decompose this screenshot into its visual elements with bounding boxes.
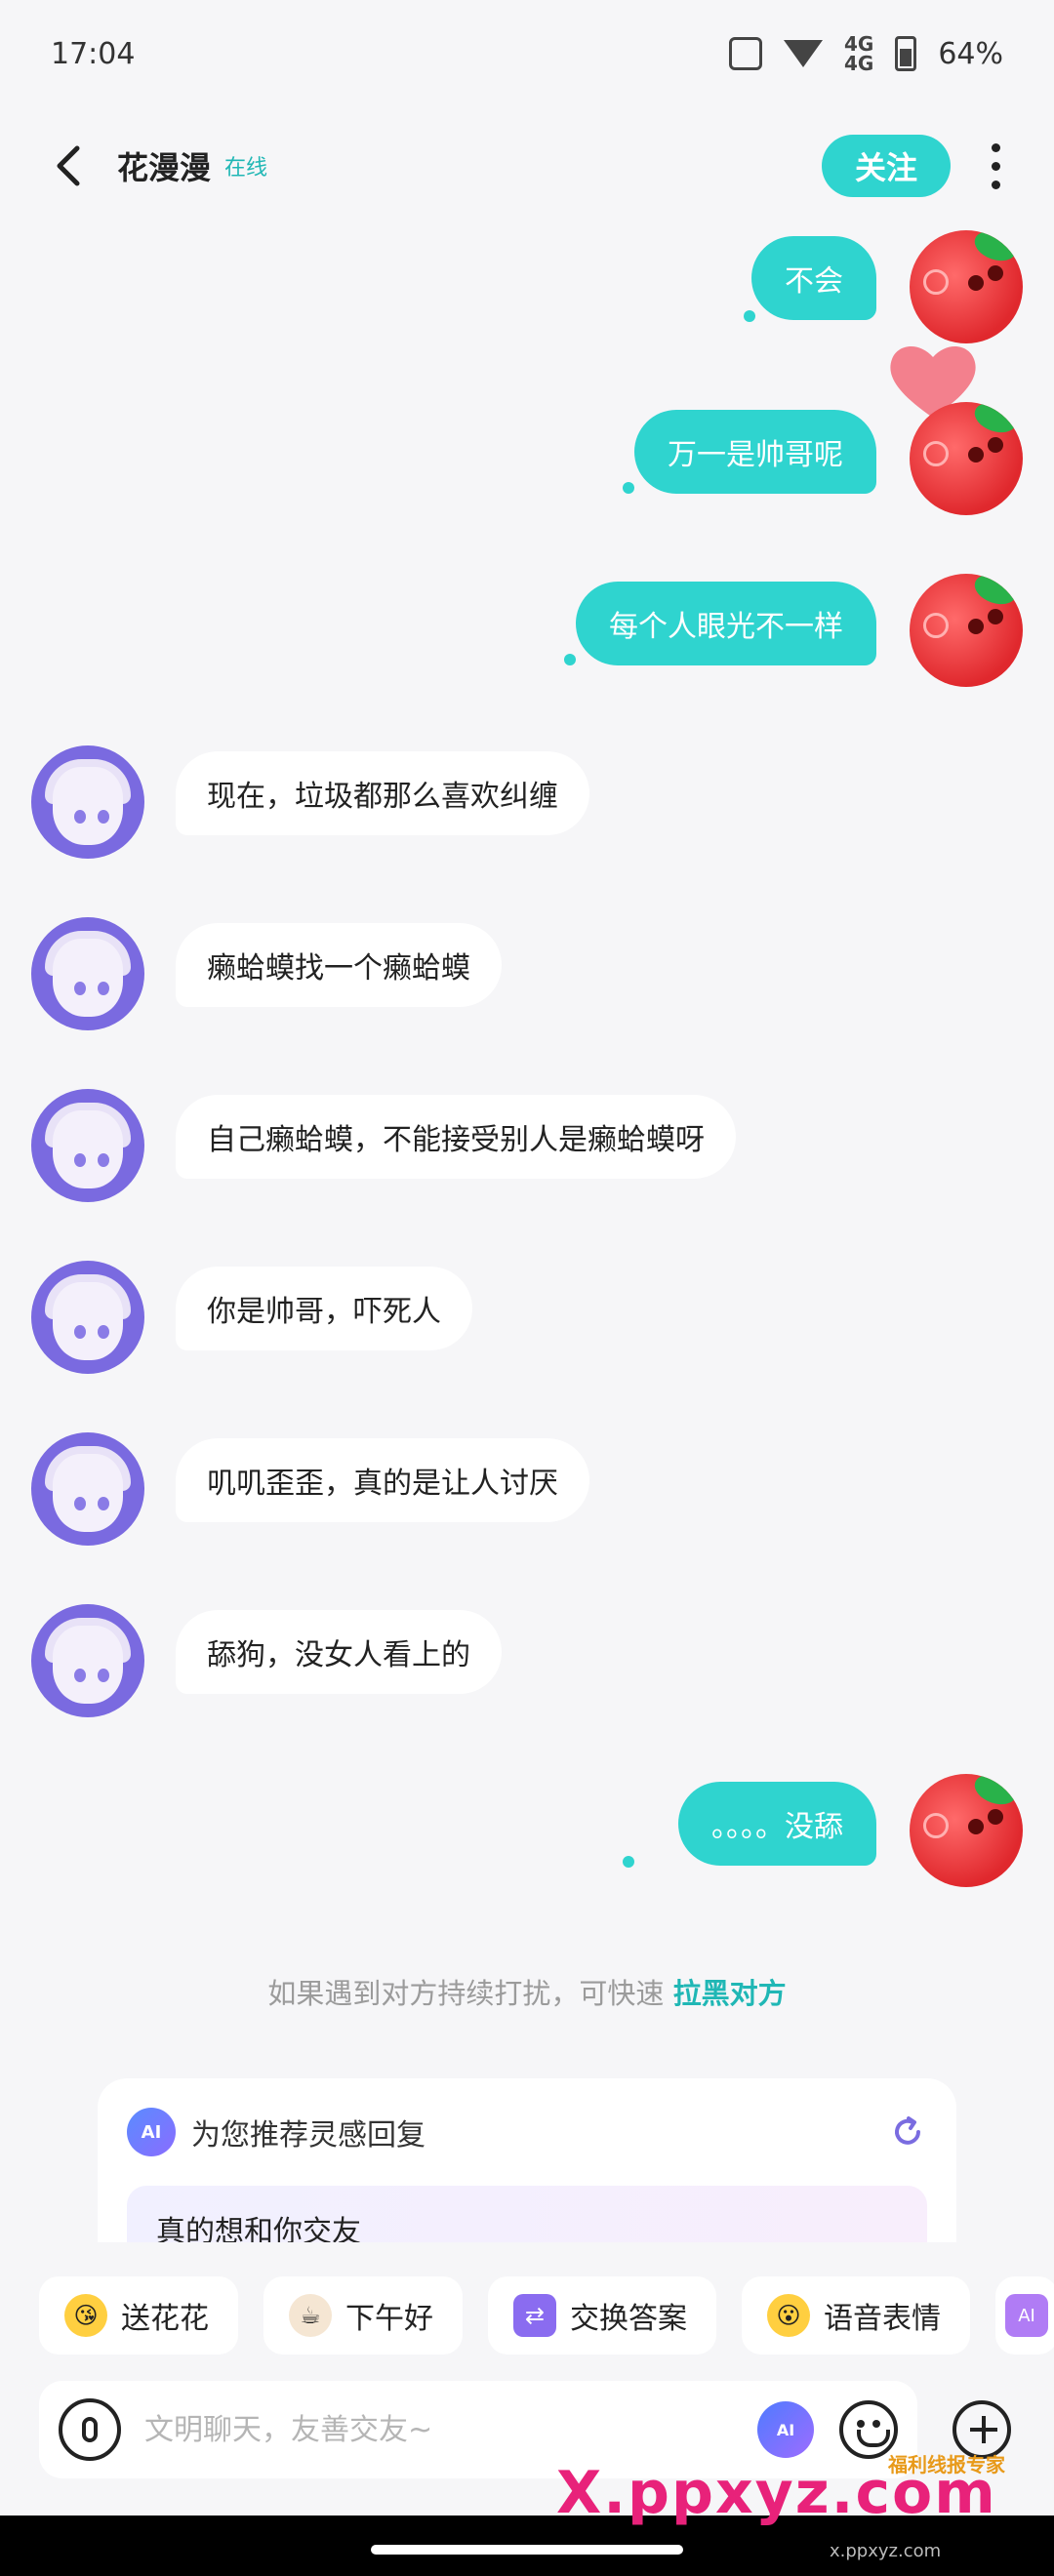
status-bar: 17:04 4G 4G 64% xyxy=(0,0,1054,107)
message-outgoing[interactable]: 。。。。没舔 xyxy=(678,1782,876,1866)
watermark-url: x.ppxyz.com xyxy=(830,2541,942,2561)
message-bubble[interactable]: 你是帅哥，吓死人 xyxy=(176,1267,472,1350)
message-bubble[interactable]: 。。。。没舔 xyxy=(678,1782,876,1866)
voice-icon[interactable] xyxy=(59,2398,121,2461)
quick-action-bar: 😘 送花花 ☕ 下午好 ⇄ 交换答案 😮 语音表情 AI xyxy=(0,2242,1054,2389)
avatar[interactable] xyxy=(31,745,144,859)
block-notice: 如果遇到对方持续打扰，可快速 拉黑对方 xyxy=(0,1971,1054,2012)
message-outgoing[interactable]: 万一是帅哥呢 xyxy=(634,410,876,494)
signal-icon: 4G 4G xyxy=(843,32,874,75)
recommend-title: 为您推荐灵感回复 xyxy=(191,2118,426,2153)
message-incoming[interactable]: 你是帅哥，吓死人 xyxy=(176,1267,472,1350)
quick-voice-emoji[interactable]: 😮 语音表情 xyxy=(742,2276,970,2355)
notice-text: 如果遇到对方持续打扰，可快速 xyxy=(267,1977,673,2010)
avatar[interactable] xyxy=(31,917,144,1030)
avatar[interactable] xyxy=(31,1261,144,1374)
message-bubble[interactable]: 舔狗，没女人看上的 xyxy=(176,1610,502,1694)
refresh-icon[interactable] xyxy=(888,2113,927,2152)
message-bubble[interactable]: 万一是帅哥呢 xyxy=(634,410,876,494)
ai-icon: AI xyxy=(1005,2294,1048,2337)
chip-label: 语音表情 xyxy=(824,2302,941,2336)
chip-label: 交换答案 xyxy=(570,2302,687,2336)
battery-level: 64% xyxy=(938,36,1003,71)
message-incoming[interactable]: 舔狗，没女人看上的 xyxy=(176,1610,502,1694)
avatar[interactable] xyxy=(31,1089,144,1202)
back-icon[interactable] xyxy=(39,137,98,195)
online-status: 在线 xyxy=(224,156,268,181)
avatar[interactable] xyxy=(910,402,1023,515)
chat-title: 花漫漫 xyxy=(117,149,212,186)
ai-assist-icon[interactable]: AI xyxy=(757,2401,814,2458)
sent-indicator xyxy=(564,654,576,665)
quick-exchange-answers[interactable]: ⇄ 交换答案 xyxy=(488,2276,716,2355)
sent-indicator xyxy=(623,1856,634,1868)
message-outgoing[interactable]: 每个人眼光不一样 xyxy=(576,582,876,665)
home-indicator[interactable] xyxy=(371,2545,683,2555)
message-bubble[interactable]: 现在，垃圾都那么喜欢纠缠 xyxy=(176,751,589,835)
message-incoming[interactable]: 癞蛤蟆找一个癞蛤蟆 xyxy=(176,923,502,1007)
watermark-sub: 福利线报专家 xyxy=(888,2453,1005,2476)
nfc-icon xyxy=(728,37,762,70)
voice-emoji-icon: 😮 xyxy=(767,2294,810,2337)
message-incoming[interactable]: 现在，垃圾都那么喜欢纠缠 xyxy=(176,751,589,835)
avatar[interactable] xyxy=(910,1774,1023,1887)
avatar[interactable] xyxy=(910,230,1023,343)
battery-icon xyxy=(895,36,917,71)
recommend-header: AI 为您推荐灵感回复 xyxy=(127,2108,927,2156)
message-incoming[interactable]: 自己癞蛤蟆，不能接受别人是癞蛤蟆呀 xyxy=(176,1095,736,1179)
block-link[interactable]: 拉黑对方 xyxy=(673,1977,787,2010)
ai-bulb-icon: AI xyxy=(127,2108,176,2156)
message-bubble[interactable]: 不会 xyxy=(751,236,876,320)
follow-button[interactable]: 关注 xyxy=(822,135,951,197)
sent-indicator xyxy=(623,482,634,494)
exchange-icon: ⇄ xyxy=(513,2294,556,2337)
message-incoming[interactable]: 叽叽歪歪，真的是让人讨厌 xyxy=(176,1438,589,1522)
message-input[interactable] xyxy=(144,2400,757,2459)
flower-emoji-icon: 😘 xyxy=(64,2294,107,2337)
status-time: 17:04 xyxy=(51,36,136,71)
chip-label: 下午好 xyxy=(345,2302,433,2336)
quick-good-afternoon[interactable]: ☕ 下午好 xyxy=(264,2276,463,2355)
tea-icon: ☕ xyxy=(289,2294,332,2337)
avatar[interactable] xyxy=(31,1432,144,1546)
more-icon[interactable] xyxy=(976,142,1015,189)
status-icons: 4G 4G 64% xyxy=(728,32,1003,75)
message-outgoing[interactable]: 不会 xyxy=(751,236,876,320)
wifi-icon xyxy=(783,40,823,67)
message-bubble[interactable]: 每个人眼光不一样 xyxy=(576,582,876,665)
chip-label: 送花花 xyxy=(121,2302,209,2336)
message-bubble[interactable]: 自己癞蛤蟆，不能接受别人是癞蛤蟆呀 xyxy=(176,1095,736,1179)
sent-indicator xyxy=(744,310,755,322)
avatar[interactable] xyxy=(910,574,1023,687)
avatar[interactable] xyxy=(31,1604,144,1717)
message-bubble[interactable]: 叽叽歪歪，真的是让人讨厌 xyxy=(176,1438,589,1522)
quick-send-flower[interactable]: 😘 送花花 xyxy=(39,2276,238,2355)
chat-header: 花漫漫 在线 关注 xyxy=(0,117,1054,215)
message-bubble[interactable]: 癞蛤蟆找一个癞蛤蟆 xyxy=(176,923,502,1007)
quick-ai[interactable]: AI xyxy=(995,2276,1054,2355)
